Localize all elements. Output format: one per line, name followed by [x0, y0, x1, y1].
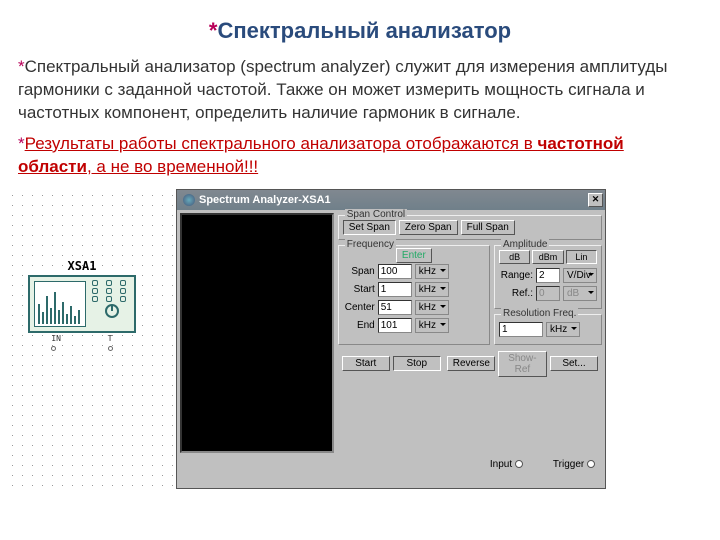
window-titlebar[interactable]: Spectrum Analyzer-XSA1 ✕: [177, 190, 605, 210]
span-control-group: Span Control Set Span Zero Span Full Spa…: [338, 215, 602, 240]
end-label: End: [343, 320, 375, 331]
lin-button[interactable]: Lin: [566, 250, 597, 264]
show-ref-button[interactable]: Show-Ref: [498, 351, 547, 377]
component-refdes: XSA1: [28, 259, 136, 273]
dbm-button[interactable]: dBm: [532, 250, 563, 264]
frequency-label: Frequency: [345, 239, 396, 250]
center-label: Center: [343, 302, 375, 313]
start-unit-select[interactable]: kHz: [415, 282, 449, 297]
ref-label: Ref.:: [499, 288, 533, 299]
component-mini-display: [34, 281, 86, 327]
span-unit-select[interactable]: kHz: [415, 264, 449, 279]
schematic-canvas[interactable]: XSA1: [6, 189, 176, 489]
para2-c: , а не во временной!!!: [87, 157, 258, 176]
bullet-icon: *: [18, 57, 25, 76]
amplitude-group: Amplitude dB dBm Lin Range: V/Div: [494, 245, 602, 309]
page-title: *Спектральный анализатор: [0, 0, 720, 52]
zero-span-button[interactable]: Zero Span: [399, 220, 458, 235]
input-indicator: Input: [490, 459, 523, 470]
paragraph-1: *Спектральный анализатор (spectrum analy…: [0, 52, 720, 129]
stop-button[interactable]: Stop: [393, 356, 441, 371]
amplitude-label: Amplitude: [501, 239, 549, 250]
span-label: Span: [343, 266, 375, 277]
resolution-input[interactable]: [499, 322, 543, 337]
end-unit-select[interactable]: kHz: [415, 318, 449, 333]
bullet-icon: *: [18, 134, 25, 153]
range-label: Range:: [499, 270, 533, 281]
window-title: Spectrum Analyzer-XSA1: [199, 194, 588, 206]
para1-text: Спектральный анализатор (spectrum analyz…: [18, 57, 667, 122]
trigger-indicator: Trigger: [553, 459, 595, 470]
enter-button[interactable]: Enter: [396, 248, 432, 263]
span-input[interactable]: [378, 264, 412, 279]
tuning-knob-icon: [105, 304, 119, 318]
pin-t[interactable]: T: [108, 334, 113, 352]
trigger-radio-icon: [587, 460, 595, 468]
resolution-group: Resolution Freq. kHz: [494, 314, 602, 345]
span-control-label: Span Control: [345, 209, 407, 220]
pin-in[interactable]: IN: [51, 334, 61, 352]
start-input[interactable]: [378, 282, 412, 297]
resolution-unit-select[interactable]: kHz: [546, 322, 580, 337]
end-input[interactable]: [378, 318, 412, 333]
start-button[interactable]: Start: [342, 356, 390, 371]
close-button[interactable]: ✕: [588, 193, 603, 207]
range-unit-select[interactable]: V/Div: [563, 268, 597, 283]
full-span-button[interactable]: Full Span: [461, 220, 515, 235]
db-button[interactable]: dB: [499, 250, 530, 264]
spectrum-analyzer-window: Spectrum Analyzer-XSA1 ✕ Span Control Se…: [176, 189, 606, 489]
spectrum-analyzer-component[interactable]: XSA1: [28, 259, 136, 352]
start-label: Start: [343, 284, 375, 295]
para2-a: Результаты работы спектрального анализат…: [25, 134, 538, 153]
resolution-label: Resolution Freq.: [501, 308, 578, 319]
paragraph-2: *Результаты работы спектрального анализа…: [0, 129, 720, 189]
center-input[interactable]: [378, 300, 412, 315]
range-input[interactable]: [536, 268, 560, 283]
ref-unit-select: dB: [563, 286, 597, 301]
set-button[interactable]: Set...: [550, 356, 598, 371]
frequency-group: Frequency Enter Span kHz Start kHz: [338, 245, 490, 345]
ref-input: [536, 286, 560, 301]
center-unit-select[interactable]: kHz: [415, 300, 449, 315]
title-text: Спектральный анализатор: [217, 18, 511, 43]
set-span-button[interactable]: Set Span: [343, 220, 396, 235]
input-radio-icon: [515, 460, 523, 468]
spectrum-display[interactable]: [180, 213, 334, 453]
reverse-button[interactable]: Reverse: [447, 356, 495, 371]
app-icon: [183, 194, 195, 206]
